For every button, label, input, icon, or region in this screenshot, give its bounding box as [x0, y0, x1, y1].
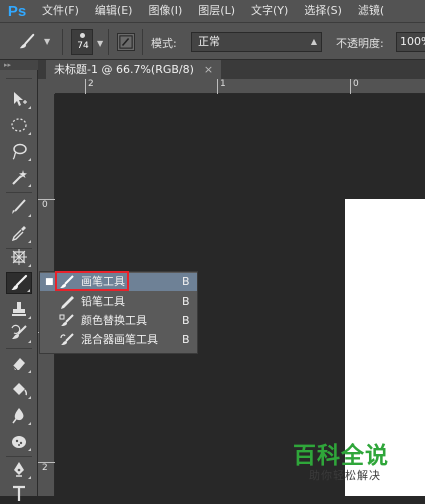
blur-tool[interactable]	[6, 404, 32, 426]
eraser-icon	[12, 358, 25, 371]
menu-file[interactable]: 文件(F)	[34, 0, 87, 22]
magic-wand-tool[interactable]	[6, 166, 32, 188]
eyedropper-tool[interactable]	[6, 222, 32, 244]
magic-wand-icon	[12, 170, 27, 185]
mode-label: 模式:	[151, 37, 177, 50]
eraser-tool[interactable]	[6, 352, 32, 374]
ruler-horizontal[interactable]: 2 1 0	[55, 79, 425, 94]
eyedropper-icon	[11, 226, 26, 242]
type-tool[interactable]	[6, 482, 32, 504]
lasso-icon	[12, 143, 27, 160]
type-icon	[13, 485, 25, 501]
document-tab[interactable]: 未标题-1 @ 66.7%(RGB/8) ×	[46, 60, 222, 79]
bucket-tool[interactable]	[6, 378, 32, 400]
brush-icon	[11, 274, 28, 290]
brush-tip-icon	[80, 33, 85, 38]
options-bar: ▼ 74 ▼ 模式: 正常 ▲ 不透明度: 100%	[0, 22, 425, 60]
shortcut-key: B	[182, 314, 190, 327]
select-arrows-icon: ▲	[310, 37, 317, 46]
divider	[62, 29, 63, 55]
blur-drop-icon	[12, 408, 24, 424]
flyout-item-color-replacement[interactable]: 颜色替换工具 B	[40, 312, 197, 330]
divider	[108, 29, 109, 55]
brush-size-value: 74	[77, 41, 89, 51]
move-tool[interactable]	[6, 88, 32, 110]
close-icon[interactable]: ×	[204, 63, 213, 76]
photoshop-logo: Ps	[7, 2, 27, 20]
history-brush-icon	[11, 324, 27, 339]
flyout-item-pencil[interactable]: 铅笔工具 B	[40, 293, 197, 311]
healing-brush-icon	[11, 249, 27, 265]
history-brush-tool[interactable]	[6, 322, 32, 344]
brush-tool[interactable]	[6, 272, 32, 294]
ruler-label: 2	[42, 463, 48, 473]
menu-bar: Ps 文件(F) 编辑(E) 图像(I) 图层(L) 文字(Y) 选择(S) 滤…	[0, 0, 425, 22]
pencil-icon	[61, 296, 74, 309]
menu-type[interactable]: 文字(Y)	[243, 0, 296, 22]
selected-bullet-icon: ■	[45, 277, 54, 287]
pen-icon	[14, 462, 24, 477]
ruler-label: 1	[220, 79, 226, 89]
shortcut-key: B	[182, 275, 190, 288]
ruler-label: 0	[42, 200, 48, 210]
watermark: 百科全说 助你轻松解决	[293, 436, 413, 486]
brush-panel-toggle-button[interactable]	[117, 33, 135, 51]
flyout-item-mixer-brush[interactable]: 混合器画笔工具 B	[40, 331, 197, 349]
mode-value: 正常	[198, 35, 220, 48]
paint-bucket-icon	[13, 383, 28, 396]
healing-tool[interactable]	[6, 246, 32, 268]
opacity-label: 不透明度:	[336, 37, 384, 50]
divider	[6, 348, 32, 349]
brush-icon	[19, 33, 35, 49]
marquee-tool[interactable]	[6, 114, 32, 136]
crop-tool[interactable]	[6, 196, 32, 218]
menu-filter[interactable]: 滤镜(	[350, 0, 392, 22]
divider	[6, 456, 32, 457]
stamp-tool[interactable]	[6, 298, 32, 320]
mixer-brush-icon	[60, 333, 74, 345]
chevron-down-icon: ▼	[44, 37, 51, 46]
crop-icon	[12, 199, 26, 214]
ruler-origin[interactable]	[38, 79, 55, 94]
document-tab-bar: 未标题-1 @ 66.7%(RGB/8) ×	[38, 60, 425, 79]
document-tab-title: 未标题-1 @ 66.7%(RGB/8)	[54, 63, 194, 76]
opacity-field[interactable]: 100%	[396, 32, 425, 52]
menu-select[interactable]: 选择(S)	[296, 0, 350, 22]
elliptical-marquee-icon	[11, 118, 27, 132]
flyout-item-label: 铅笔工具	[81, 295, 125, 308]
watermark-subtitle: 助你轻松解决	[309, 469, 381, 482]
lasso-tool[interactable]	[6, 140, 32, 162]
pen-tool[interactable]	[6, 458, 32, 480]
move-icon	[14, 92, 27, 106]
ruler-label: 0	[353, 79, 359, 89]
divider	[6, 78, 32, 79]
divider	[142, 29, 143, 55]
color-replacement-icon	[59, 314, 74, 326]
annotation-highlight-box	[55, 271, 129, 291]
clone-stamp-icon	[12, 302, 26, 316]
menu-layer[interactable]: 图层(L)	[190, 0, 243, 22]
shortcut-key: B	[182, 295, 190, 308]
brush-panel-icon	[119, 35, 133, 49]
chevron-down-icon[interactable]: ▼	[97, 39, 103, 48]
tools-panel: ▸▸	[0, 60, 38, 501]
sponge-icon	[12, 436, 26, 448]
mode-select[interactable]: 正常 ▲	[191, 32, 322, 52]
menu-edit[interactable]: 编辑(E)	[87, 0, 141, 22]
flyout-item-label: 混合器画笔工具	[81, 333, 158, 346]
brush-size-picker[interactable]: 74	[71, 29, 93, 55]
dodge-tool[interactable]	[6, 430, 32, 452]
watermark-title: 百科全说	[293, 443, 389, 469]
panel-collapse-icon[interactable]: ▸▸	[0, 60, 38, 70]
menu-image[interactable]: 图像(I)	[140, 0, 190, 22]
ruler-label: 2	[88, 79, 94, 89]
tool-preset-picker[interactable]: ▼	[14, 31, 54, 53]
flyout-item-label: 颜色替换工具	[81, 314, 147, 327]
divider	[6, 192, 32, 193]
shortcut-key: B	[182, 333, 190, 346]
